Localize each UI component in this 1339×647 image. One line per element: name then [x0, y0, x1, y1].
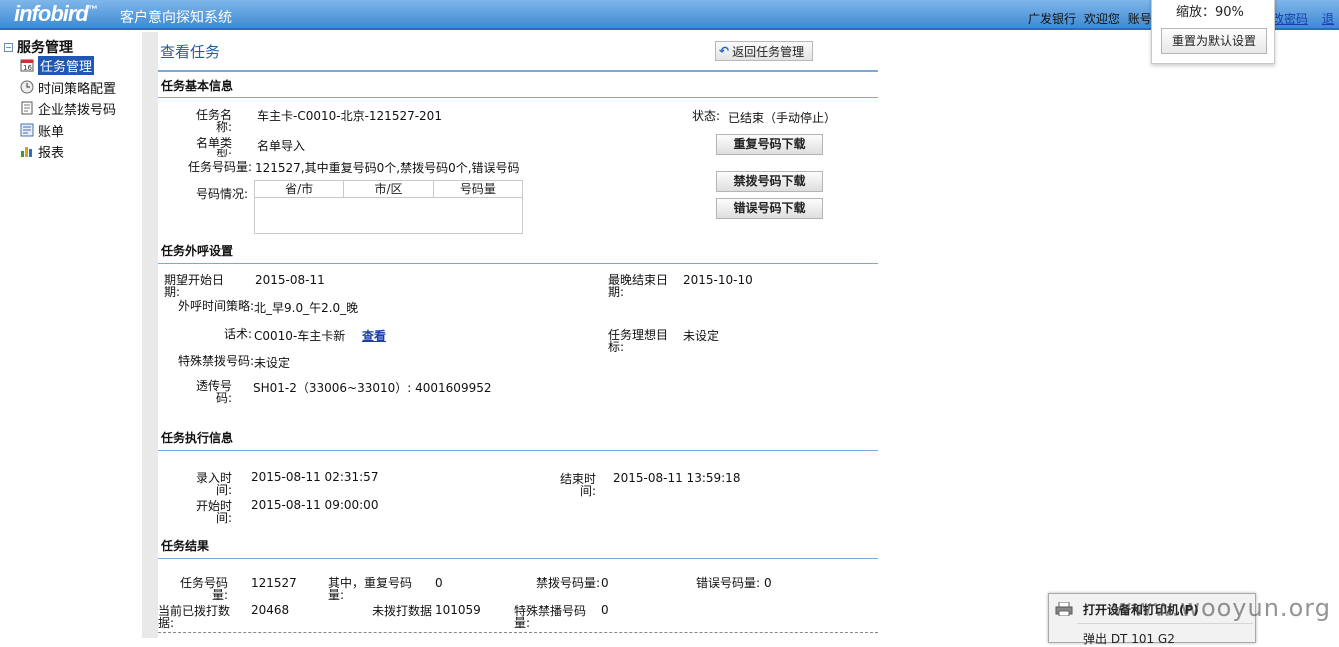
download-error-numbers-button[interactable]: 错误号码下载	[716, 198, 823, 219]
dialed-count-value: 20468	[251, 603, 290, 617]
undialed-count-value: 101059	[435, 603, 481, 617]
end-time-label: 结束时 间:	[559, 472, 596, 498]
sidebar-item-time-strategy[interactable]: 时间策略配置	[20, 78, 116, 97]
task-count-result-label: 任务号码 量:	[179, 576, 228, 602]
back-to-task-management-button[interactable]: ↶ 返回任务管理	[715, 41, 813, 61]
user-info: 广发银行 欢迎您 账号	[1028, 10, 1156, 27]
download-blocked-numbers-button[interactable]: 禁拨号码下载	[716, 171, 823, 192]
number-info-table: 省/市 市/区 号码量	[254, 180, 523, 234]
table-header-province: 省/市	[255, 181, 345, 197]
section-outbound-title: 任务外呼设置	[161, 244, 234, 258]
sidebar-item-task-management[interactable]: 16 任务管理	[20, 55, 95, 75]
script-label: 话术:	[223, 327, 252, 341]
task-count-result-value: 121527	[251, 576, 297, 590]
change-password-link[interactable]: 改密码	[1272, 10, 1308, 27]
section-execution-title: 任务执行信息	[161, 431, 234, 445]
account-label: 账号	[1127, 12, 1152, 26]
page-title: 查看任务	[160, 43, 221, 61]
section-basic-info-title: 任务基本信息	[161, 79, 234, 93]
passthrough-label: 透传号 码:	[195, 379, 232, 405]
table-header-city: 市/区	[344, 181, 434, 197]
table-header-count: 号码量	[459, 182, 496, 196]
task-goal-label: 任务理想目 标:	[608, 328, 669, 354]
main-content: 查看任务 ↶ 返回任务管理 任务基本信息 任务名 称: 车主卡-C0010-北京-…	[158, 32, 880, 638]
zoom-level: 缩放：90%	[1176, 5, 1244, 20]
special-block-label: 特殊禁拨号码:	[177, 354, 254, 368]
number-info-label: 号码情况:	[195, 187, 248, 201]
status-value: 已结束（手动停止）	[728, 111, 837, 125]
tree-root-service-management[interactable]: − 服务管理	[4, 37, 73, 57]
task-count-label: 任务号码量:	[187, 160, 252, 174]
document-icon	[20, 101, 34, 115]
call-strategy-label: 外呼时间策略:	[177, 299, 254, 313]
status-label: 状态:	[691, 109, 720, 123]
error-count-value: 0	[764, 576, 772, 590]
sidebar-divider	[142, 32, 158, 638]
logout-link[interactable]: 退	[1322, 10, 1334, 27]
duplicate-count-value: 0	[435, 576, 443, 590]
task-name-label: 任务名 称:	[195, 108, 232, 134]
script-value: C0010-车主卡新	[254, 329, 346, 343]
blocked-count-label: 禁拨号码量:	[535, 576, 600, 590]
undo-arrow-icon: ↶	[719, 44, 730, 58]
clock-icon	[20, 80, 34, 94]
reset-zoom-button[interactable]: 重置为默认设置	[1161, 28, 1267, 54]
duplicate-count-label: 其中，重复号码 量:	[328, 576, 413, 602]
special-count-value: 0	[601, 603, 609, 617]
end-time-value: 2015-08-11 13:59:18	[613, 471, 741, 485]
expect-start-value: 2015-08-11	[255, 273, 325, 287]
sidebar: − 服务管理 16 任务管理 时间策略配置 企业禁拨号码 账单 报表	[0, 32, 142, 638]
sidebar-item-report[interactable]: 报表	[20, 142, 64, 161]
app-title: 客户意向探知系统	[120, 10, 232, 26]
call-strategy-value: 北_早9.0_午2.0_晚	[254, 301, 359, 315]
error-count-label: 错误号码量:	[695, 576, 760, 590]
printer-icon	[1055, 601, 1073, 617]
special-block-value: 未设定	[254, 356, 291, 370]
expect-start-label: 期望开始日 期:	[164, 273, 225, 299]
section-result-title: 任务结果	[161, 539, 210, 553]
section-divider	[158, 450, 878, 451]
task-count-value: 121527,其中重复号码0个,禁拨号码0个,错误号码0	[255, 161, 520, 175]
bank-name: 广发银行	[1028, 12, 1077, 26]
watermark: www.wooyun.org	[1112, 594, 1331, 622]
menu-separator	[1077, 623, 1253, 624]
passthrough-value: SH01-2（33006~33010）: 4001609952	[253, 381, 492, 395]
calendar-icon: 16	[20, 58, 34, 72]
start-time-value: 2015-08-11 09:00:00	[251, 498, 379, 512]
list-type-value: 名单导入	[257, 139, 306, 153]
sidebar-item-bill[interactable]: 账单	[20, 121, 64, 140]
blocked-count-value: 0	[601, 576, 609, 590]
dialed-count-label: 当前已拨打数 据:	[158, 604, 231, 630]
bar-chart-icon	[20, 144, 34, 158]
title-divider	[158, 70, 878, 72]
view-script-link[interactable]: 查看	[362, 327, 386, 344]
section-divider	[158, 97, 878, 98]
svg-text:16: 16	[23, 64, 32, 72]
sidebar-item-blocked-numbers[interactable]: 企业禁拨号码	[20, 99, 116, 118]
bottom-dashed-line	[158, 632, 878, 633]
welcome-text: 欢迎您	[1083, 12, 1120, 26]
zoom-popup: 缩放：90% 重置为默认设置	[1151, 0, 1275, 64]
menu-item-eject[interactable]: 弹出 DT 101 G2	[1083, 630, 1175, 647]
entry-time-value: 2015-08-11 02:31:57	[251, 470, 379, 484]
section-divider	[158, 263, 878, 264]
start-time-label: 开始时 间:	[195, 499, 232, 525]
special-count-label: 特殊禁播号码 量:	[514, 604, 587, 630]
entry-time-label: 录入时 间:	[195, 471, 232, 497]
collapse-icon[interactable]: −	[4, 43, 13, 52]
list-type-label: 名单类 型:	[195, 137, 232, 157]
latest-end-label: 最晚结束日 期:	[608, 273, 669, 299]
latest-end-value: 2015-10-10	[683, 273, 753, 287]
task-name-value: 车主卡-C0010-北京-121527-201	[257, 109, 442, 123]
infobird-logo: infobird™	[14, 1, 98, 26]
bill-icon	[20, 123, 34, 137]
top-bar: infobird™ 客户意向探知系统 广发银行 欢迎您 账号 改密码 退	[0, 0, 1339, 30]
section-divider	[158, 558, 878, 559]
download-duplicate-numbers-button[interactable]: 重复号码下载	[716, 134, 823, 155]
task-goal-value: 未设定	[683, 329, 720, 343]
undialed-count-label: 未拨打数据	[371, 604, 432, 618]
